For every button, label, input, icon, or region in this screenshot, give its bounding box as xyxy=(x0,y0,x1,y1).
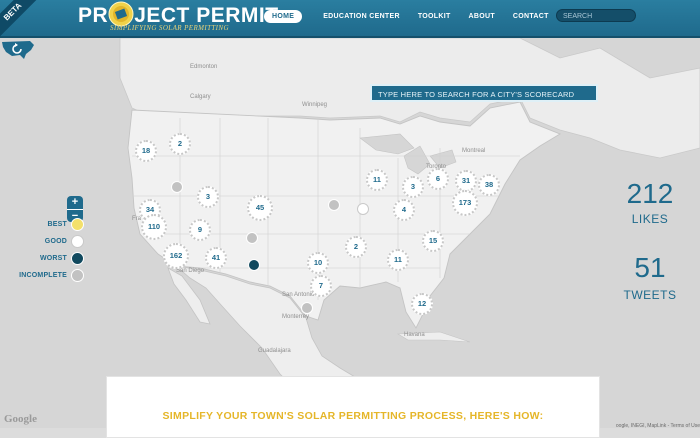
logo-tagline: SIMPLIFYING SOLAR PERMITTING xyxy=(110,24,229,32)
map-cluster[interactable]: 2 xyxy=(345,236,367,258)
label-san-diego: San Diego xyxy=(176,268,205,274)
map-cluster[interactable]: 4 xyxy=(393,199,415,221)
city-search-input[interactable]: TYPE HERE TO SEARCH FOR A CITY'S SCORECA… xyxy=(370,84,598,102)
map-cluster[interactable]: 12 xyxy=(411,293,433,315)
tweets-label[interactable]: TWEETS xyxy=(612,288,688,302)
map-cluster[interactable]: 3 xyxy=(402,176,424,198)
label-montreal: Montreal xyxy=(462,148,486,154)
map-attribution[interactable]: oogle, INEGI, MapLink - Terms of Use xyxy=(616,423,700,429)
top-nav-bar: PR JECT PERMIT SIMPLIFYING SOLAR PERMITT… xyxy=(0,0,700,38)
map-cluster[interactable]: 18 xyxy=(135,140,157,162)
label-monterrey: Monterrey xyxy=(282,314,310,320)
map-pin-worst[interactable] xyxy=(248,259,260,271)
map-pin-incomplete[interactable] xyxy=(328,199,340,211)
likes-label[interactable]: LIKES xyxy=(612,212,688,226)
map-cluster[interactable]: 31 xyxy=(455,170,477,192)
label-edmonton: Edmonton xyxy=(190,64,218,70)
nav-home[interactable]: HOME xyxy=(264,9,303,23)
map-pin-good[interactable] xyxy=(357,203,369,215)
site-search-input[interactable]: SEARCH xyxy=(556,9,636,22)
map-cluster[interactable]: 11 xyxy=(366,169,388,191)
map-cluster[interactable]: 15 xyxy=(422,230,444,252)
map-cluster[interactable]: 3 xyxy=(197,186,219,208)
label-winnipeg: Winnipeg xyxy=(302,102,328,108)
map-cluster[interactable]: 45 xyxy=(247,195,273,221)
map-cluster[interactable]: 41 xyxy=(205,247,227,269)
map-cluster[interactable]: 10 xyxy=(307,252,329,274)
nav-about[interactable]: ABOUT xyxy=(460,13,504,20)
nav-toolkit[interactable]: TOOLKIT xyxy=(409,13,460,20)
legend-item-incomplete[interactable]: INCOMPLETE xyxy=(10,267,84,284)
legend-item-best[interactable]: BEST xyxy=(10,216,84,233)
map-cluster[interactable]: 173 xyxy=(452,190,478,216)
legend-item-good[interactable]: GOOD xyxy=(10,233,84,250)
how-to-panel: SIMPLIFY YOUR TOWN'S SOLAR PERMITTING PR… xyxy=(106,376,600,438)
likes-count: 212 xyxy=(626,178,674,209)
label-guadalajara: Guadalajara xyxy=(258,348,291,354)
logo-text-left: PR xyxy=(78,4,109,27)
label-san-antonio: San Antonio xyxy=(282,292,315,298)
map-pin-incomplete[interactable] xyxy=(246,232,258,244)
legend-item-worst[interactable]: WORST xyxy=(10,250,84,267)
label-havana: Havana xyxy=(404,332,425,338)
how-to-heading: SIMPLIFY YOUR TOWN'S SOLAR PERMITTING PR… xyxy=(162,410,544,422)
map-cluster[interactable]: 11 xyxy=(387,249,409,271)
main-nav: HOME EDUCATION CENTER TOOLKIT ABOUT CONT… xyxy=(264,9,558,23)
label-calgary: Calgary xyxy=(190,94,211,100)
map-legend: BEST GOOD WORST INCOMPLETE xyxy=(10,216,84,284)
legend-swatch-good xyxy=(71,235,84,248)
map-cluster[interactable]: 162 xyxy=(163,243,189,269)
legend-swatch-worst xyxy=(71,252,84,265)
map-cluster[interactable]: 2 xyxy=(169,133,191,155)
map-canvas[interactable]: Edmonton Calgary Winnipeg Montreal Toron… xyxy=(0,38,700,428)
zoom-in-button[interactable]: + xyxy=(67,196,83,209)
map-pin-incomplete[interactable] xyxy=(171,181,183,193)
map-pin-incomplete[interactable] xyxy=(301,302,313,314)
reset-us-view-icon[interactable] xyxy=(0,38,36,60)
map-cluster[interactable]: 110 xyxy=(141,214,167,240)
legend-label: GOOD xyxy=(44,238,67,245)
legend-swatch-best xyxy=(71,218,84,231)
legend-label: WORST xyxy=(39,255,67,262)
tweets-count: 51 xyxy=(634,252,666,283)
map-cluster[interactable]: 6 xyxy=(427,168,449,190)
label-fra: Fra xyxy=(132,216,141,222)
legend-swatch-incomplete xyxy=(71,269,84,282)
map-cluster[interactable]: 38 xyxy=(478,174,500,196)
map-cluster[interactable]: 7 xyxy=(310,275,332,297)
nav-education-center[interactable]: EDUCATION CENTER xyxy=(314,13,409,20)
legend-label: BEST xyxy=(47,221,67,228)
legend-label: INCOMPLETE xyxy=(19,272,67,279)
nav-contact[interactable]: CONTACT xyxy=(504,13,558,20)
map-cluster[interactable]: 9 xyxy=(189,219,211,241)
google-logo: Google xyxy=(4,413,37,425)
